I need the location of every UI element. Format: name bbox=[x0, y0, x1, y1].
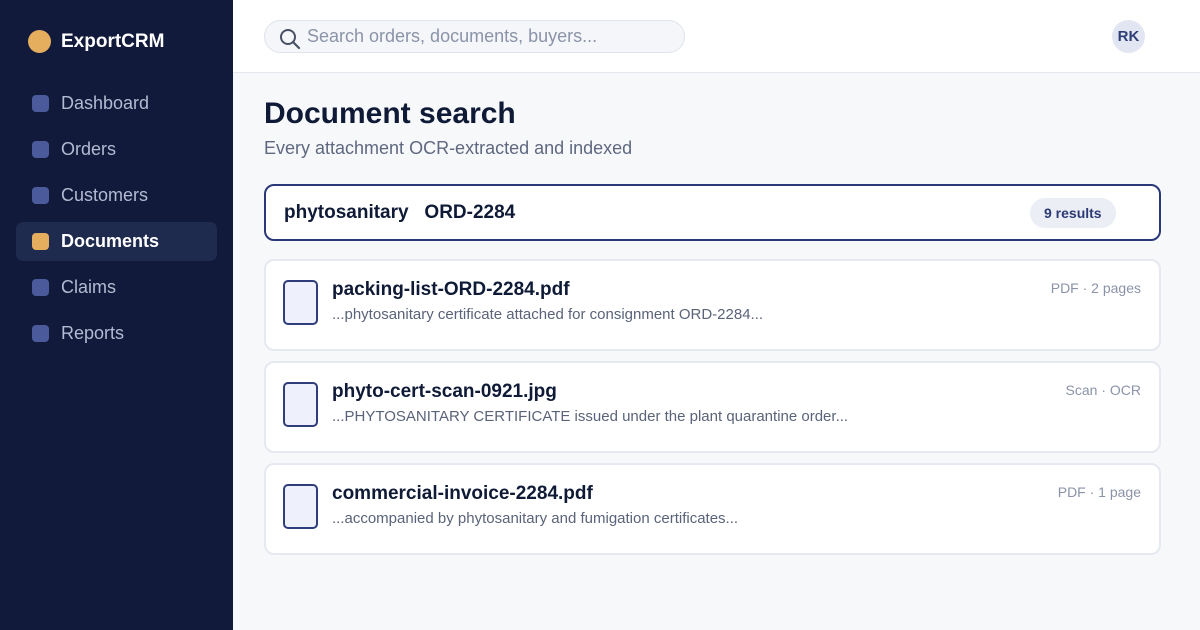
pdf-file-icon bbox=[283, 280, 318, 325]
result-card[interactable]: commercial-invoice-2284.pdf ...accompani… bbox=[264, 463, 1161, 555]
sidebar-item-label: Reports bbox=[61, 323, 125, 343]
page-title: Document search bbox=[264, 97, 516, 130]
file-snippet: ...PHYTOSANITARY CERTIFICATE issued unde… bbox=[332, 408, 849, 425]
result-card[interactable]: phyto-cert-scan-0921.jpg ...PHYTOSANITAR… bbox=[264, 361, 1161, 453]
app-name: ExportCRM bbox=[61, 30, 165, 52]
sidebar-item-orders[interactable]: Orders bbox=[16, 130, 217, 169]
sidebar-nav: Dashboard Orders Customers Documents Cla… bbox=[16, 84, 217, 360]
search-input[interactable] bbox=[307, 21, 677, 52]
pdf-file-icon bbox=[283, 484, 318, 529]
topbar: RK bbox=[233, 0, 1200, 73]
page-subtitle: Every attachment OCR-extracted and index… bbox=[264, 138, 633, 158]
logo-icon bbox=[28, 30, 51, 53]
search-icon bbox=[280, 29, 301, 50]
sidebar-item-label: Customers bbox=[61, 185, 149, 205]
results-count-badge: 9 results bbox=[1030, 198, 1116, 228]
claims-icon bbox=[32, 279, 49, 296]
sidebar-item-reports[interactable]: Reports bbox=[16, 314, 217, 353]
orders-icon bbox=[32, 141, 49, 158]
file-meta: PDF · 2 pages bbox=[1050, 280, 1141, 296]
file-snippet: ...accompanied by phytosanitary and fumi… bbox=[332, 510, 739, 527]
file-meta: Scan · OCR bbox=[1065, 382, 1141, 398]
sidebar-item-dashboard[interactable]: Dashboard bbox=[16, 84, 217, 123]
image-file-icon bbox=[283, 382, 318, 427]
avatar[interactable]: RK bbox=[1112, 20, 1145, 53]
sidebar-item-label: Orders bbox=[61, 139, 117, 159]
file-meta: PDF · 1 page bbox=[1057, 484, 1141, 500]
customers-icon bbox=[32, 187, 49, 204]
query-text[interactable]: phytosanitary ORD-2284 bbox=[284, 202, 515, 224]
reports-icon bbox=[32, 325, 49, 342]
brand[interactable]: ExportCRM bbox=[28, 30, 164, 53]
sidebar-item-claims[interactable]: Claims bbox=[16, 268, 217, 307]
sidebar-item-customers[interactable]: Customers bbox=[16, 176, 217, 215]
sidebar-item-label: Documents bbox=[61, 231, 160, 251]
sidebar: ExportCRM Dashboard Orders Customers Doc… bbox=[0, 0, 233, 630]
document-search-box[interactable]: phytosanitary ORD-2284 9 results bbox=[264, 184, 1161, 241]
file-name[interactable]: phyto-cert-scan-0921.jpg bbox=[332, 381, 557, 403]
file-snippet: ...phytosanitary certificate attached fo… bbox=[332, 306, 764, 323]
sidebar-item-documents[interactable]: Documents bbox=[16, 222, 217, 261]
global-search[interactable] bbox=[264, 20, 685, 53]
sidebar-item-label: Claims bbox=[61, 277, 117, 297]
file-name[interactable]: packing-list-ORD-2284.pdf bbox=[332, 279, 570, 301]
documents-icon bbox=[32, 233, 49, 250]
file-name[interactable]: commercial-invoice-2284.pdf bbox=[332, 483, 593, 505]
sidebar-item-label: Dashboard bbox=[61, 93, 150, 113]
result-card[interactable]: packing-list-ORD-2284.pdf ...phytosanita… bbox=[264, 259, 1161, 351]
dashboard-icon bbox=[32, 95, 49, 112]
